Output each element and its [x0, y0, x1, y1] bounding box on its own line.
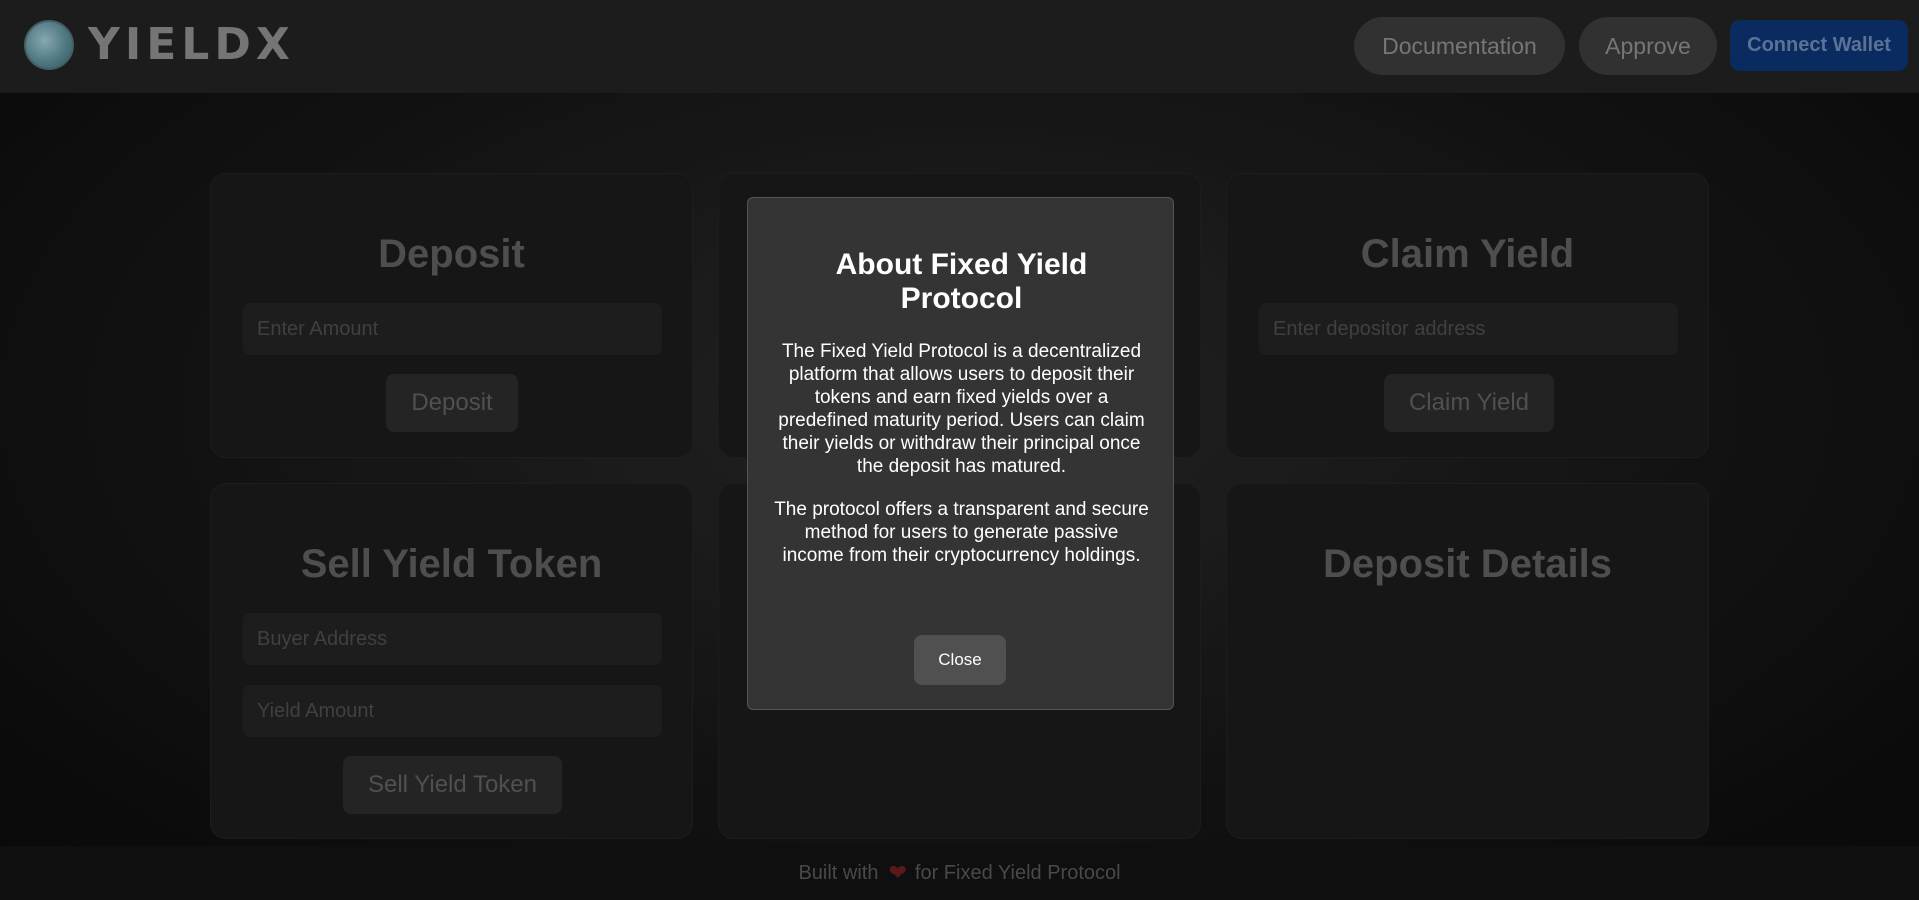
- modal-paragraph: The Fixed Yield Protocol is a decentrali…: [778, 341, 1145, 477]
- close-button[interactable]: Close: [914, 635, 1006, 685]
- modal-title: About Fixed Yield Protocol: [835, 248, 1088, 315]
- modal-paragraph: The protocol offers a transparent and se…: [774, 499, 1149, 566]
- about-modal: About Fixed Yield Protocol The Fixed Yie…: [747, 197, 1174, 710]
- modal-overlay[interactable]: About Fixed Yield Protocol The Fixed Yie…: [0, 0, 1919, 900]
- app-root: YIELDX Documentation Approve Connect Wal…: [0, 0, 1919, 900]
